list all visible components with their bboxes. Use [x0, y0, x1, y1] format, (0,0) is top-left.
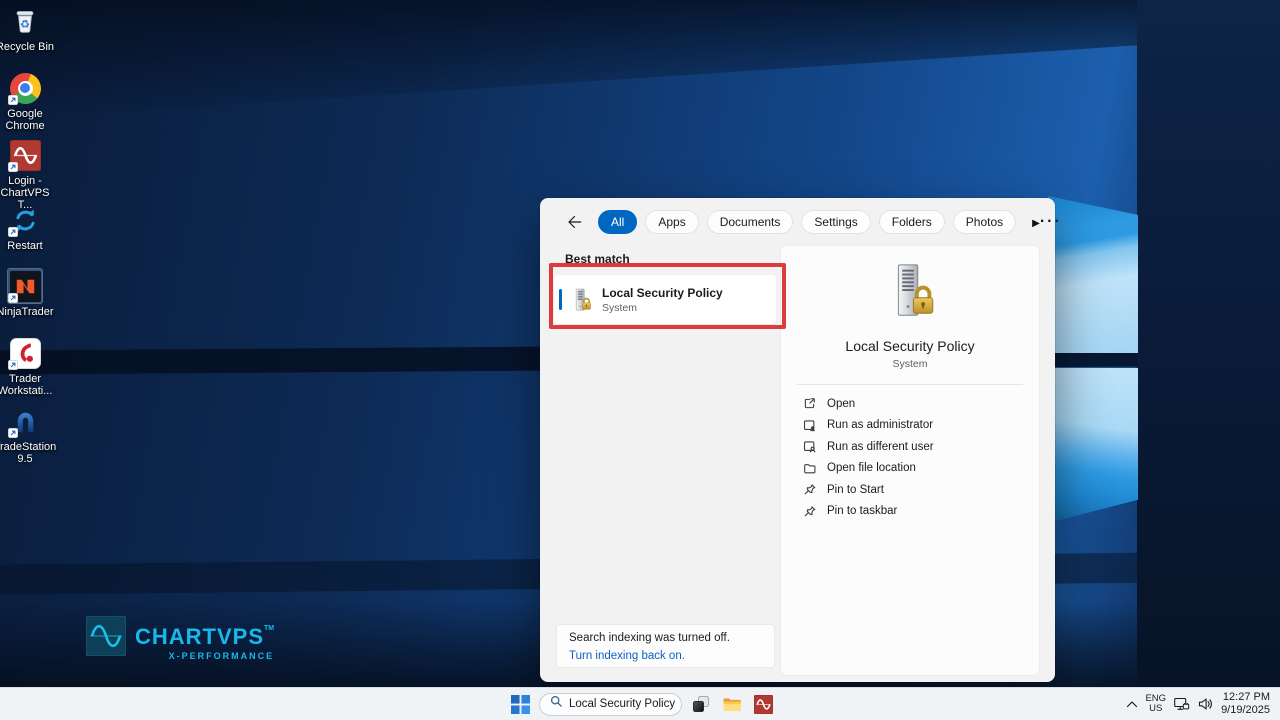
start-button[interactable]	[508, 692, 532, 716]
wallpaper-window-pane-bottom	[1048, 368, 1138, 523]
shortcut-arrow-icon	[8, 293, 18, 303]
brand-trademark: TM	[264, 625, 275, 632]
chartvps-app-button[interactable]	[751, 692, 775, 716]
turn-indexing-on-link[interactable]: Turn indexing back on.	[569, 649, 685, 664]
recycle-bin-icon: ♻	[8, 4, 42, 38]
desktop: ♻ Recycle Bin Google Chrome Login - Char…	[0, 0, 1280, 720]
details-pane: Local Security Policy System Open Run as…	[780, 245, 1040, 676]
taskbar: Local Security Policy ENG US 12:27 PM 9/…	[0, 687, 1280, 720]
trader-workstation-icon	[8, 336, 42, 370]
search-panel: All Apps Documents Settings Folders Phot…	[540, 198, 1055, 682]
desktop-icon-google-chrome[interactable]: Google Chrome	[0, 71, 57, 132]
tab-folders[interactable]: Folders	[878, 210, 945, 234]
shortcut-arrow-icon	[8, 227, 18, 237]
action-run-as-administrator[interactable]: Run as administrator	[803, 415, 1039, 437]
chartvps-wave-icon	[8, 138, 42, 172]
desktop-icon-recycle-bin[interactable]: ♻ Recycle Bin	[0, 4, 57, 53]
restart-icon	[8, 203, 42, 237]
notice-message: Search indexing was turned off.	[569, 632, 730, 644]
desktop-icon-label: NinjaTrader	[0, 306, 54, 318]
action-label: Run as administrator	[827, 419, 934, 432]
shortcut-arrow-icon	[8, 428, 18, 438]
result-title: Local Security Policy	[602, 285, 723, 300]
selection-accent-bar	[559, 289, 562, 310]
tray-time: 12:27 PM	[1222, 691, 1270, 703]
clock-indicator[interactable]: 12:27 PM 9/19/2025	[1221, 691, 1270, 717]
file-explorer-button[interactable]	[720, 692, 744, 716]
system-tray: ENG US 12:27 PM 9/19/2025	[1126, 688, 1270, 720]
desktop-icon-login-chartvps[interactable]: Login - ChartVPS T...	[0, 138, 57, 211]
desktop-icon-label: Google Chrome	[5, 108, 45, 132]
brand-tagline: X-PERFORMANCE	[168, 651, 275, 661]
action-open-file-location[interactable]: Open file location	[803, 458, 1039, 480]
tradestation-icon	[8, 404, 42, 438]
desktop-icon-restart[interactable]: Restart	[0, 203, 57, 252]
run-as-user-icon	[803, 440, 816, 453]
search-results-pane: Best match Local Security Policy System …	[540, 246, 786, 682]
chartvps-logo-icon	[86, 616, 126, 656]
svg-text:♻: ♻	[20, 18, 30, 31]
desktop-icon-trader-workstation[interactable]: Trader Workstati...	[0, 336, 57, 397]
search-panel-header: All Apps Documents Settings Folders Phot…	[540, 198, 1055, 246]
tray-date: 9/19/2025	[1221, 704, 1270, 716]
wallpaper-right-dark	[1137, 0, 1280, 688]
language-line1: ENG	[1145, 692, 1167, 704]
tab-documents[interactable]: Documents	[706, 210, 794, 234]
search-icon	[550, 695, 563, 713]
pin-icon	[803, 483, 816, 496]
server-lock-icon-large	[879, 260, 941, 327]
server-lock-icon	[568, 287, 594, 313]
action-open[interactable]: Open	[803, 393, 1039, 415]
section-title: Best match	[565, 252, 630, 266]
action-label: Run as different user	[827, 440, 934, 453]
run-as-admin-icon	[803, 419, 816, 432]
pin-icon	[803, 505, 816, 518]
language-indicator[interactable]: ENG US	[1145, 692, 1167, 715]
task-view-button[interactable]	[689, 692, 713, 716]
chartvps-watermark: CHARTVPSTM X-PERFORMANCE	[86, 616, 274, 661]
shortcut-arrow-icon	[8, 360, 18, 370]
tab-settings[interactable]: Settings	[801, 210, 871, 234]
desktop-icon-label: Restart	[7, 240, 43, 252]
action-pin-to-taskbar[interactable]: Pin to taskbar	[803, 501, 1039, 523]
brand-name: CHARTVPSTM	[135, 624, 275, 649]
ninjatrader-icon	[7, 268, 43, 304]
back-icon[interactable]	[566, 214, 582, 230]
action-list: Open Run as administrator Run as differe…	[781, 393, 1039, 522]
best-match-result[interactable]: Local Security Policy System	[554, 275, 776, 324]
search-filter-tabs: All Apps Documents Settings Folders Phot…	[598, 210, 1040, 234]
search-input-value: Local Security Policy	[569, 698, 676, 710]
desktop-icon-label: Recycle Bin	[0, 41, 55, 53]
network-icon[interactable]	[1173, 696, 1190, 712]
action-label: Pin to Start	[827, 483, 884, 496]
result-subtitle: System	[602, 301, 638, 314]
options-ellipsis-icon[interactable]	[1040, 213, 1062, 231]
indexing-notice: Search indexing was turned off. Turn ind…	[556, 624, 775, 668]
shortcut-arrow-icon	[8, 95, 18, 105]
action-label: Pin to taskbar	[827, 505, 898, 518]
action-label: Open	[827, 397, 856, 410]
action-label: Open file location	[827, 462, 916, 475]
tab-photos[interactable]: Photos	[952, 210, 1017, 234]
more-tabs-icon[interactable]	[1032, 213, 1040, 231]
desktop-icon-label: Trader Workstati...	[0, 373, 53, 397]
desktop-icon-tradestation[interactable]: TradeStation 9.5	[0, 404, 57, 465]
divider	[797, 384, 1023, 385]
details-subtitle: System	[892, 358, 928, 370]
hidden-icons-chevron[interactable]	[1126, 700, 1138, 709]
open-icon	[803, 397, 816, 410]
taskbar-search-box[interactable]: Local Security Policy	[539, 692, 682, 716]
action-pin-to-start[interactable]: Pin to Start	[803, 479, 1039, 501]
language-line2: US	[1149, 703, 1163, 714]
chrome-icon	[8, 71, 42, 105]
tab-all[interactable]: All	[598, 210, 638, 234]
volume-icon[interactable]	[1197, 696, 1214, 712]
shortcut-arrow-icon	[8, 162, 18, 172]
action-run-as-different-user[interactable]: Run as different user	[803, 436, 1039, 458]
details-title: Local Security Policy	[845, 338, 975, 354]
desktop-icon-label: TradeStation 9.5	[0, 441, 57, 465]
folder-icon	[803, 462, 816, 475]
desktop-icon-ninjatrader[interactable]: NinjaTrader	[0, 268, 57, 318]
tab-apps[interactable]: Apps	[645, 210, 699, 234]
